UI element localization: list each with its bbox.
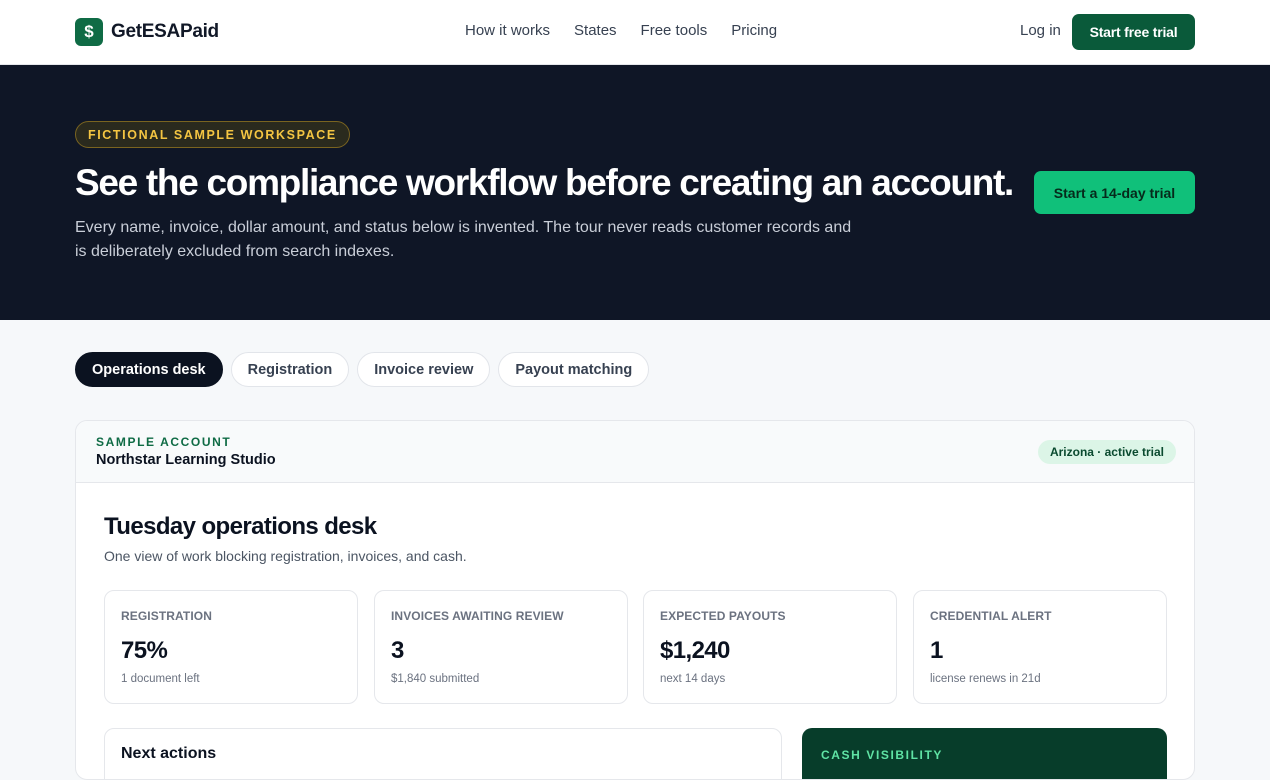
main-nav: How it works States Free tools Pricing xyxy=(465,22,801,39)
nav-link-how-it-works[interactable]: How it works xyxy=(465,22,550,39)
account-header: SAMPLE ACCOUNT Northstar Learning Studio… xyxy=(76,421,1194,483)
dollar-icon: $ xyxy=(75,18,103,46)
kpi-label: INVOICES AWAITING REVIEW xyxy=(391,609,564,623)
start-trial-button[interactable]: Start a 14-day trial xyxy=(1034,171,1195,214)
nav-link-pricing[interactable]: Pricing xyxy=(731,22,777,39)
hero-title: See the compliance workflow before creat… xyxy=(75,162,1014,203)
kpi-value: $1,240 xyxy=(660,637,730,664)
kpi-label: CREDENTIAL ALERT xyxy=(930,609,1052,623)
tab-payout-matching[interactable]: Payout matching xyxy=(498,352,650,387)
kpi-label: REGISTRATION xyxy=(121,609,212,623)
kpi-value: 3 xyxy=(391,637,404,664)
desk-subtitle: One view of work blocking registration, … xyxy=(104,548,467,564)
kpi-value: 75% xyxy=(121,637,168,664)
desk-title: Tuesday operations desk xyxy=(104,513,377,540)
kpi-note: license renews in 21d xyxy=(930,673,1041,685)
tab-operations-desk[interactable]: Operations desk xyxy=(75,352,223,387)
nav-link-free-tools[interactable]: Free tools xyxy=(641,22,708,39)
kpi-value: 1 xyxy=(930,637,943,664)
kpi-card-registration: REGISTRATION 75% 1 document left xyxy=(104,590,358,704)
kpi-card-credential: CREDENTIAL ALERT 1 license renews in 21d xyxy=(913,590,1167,704)
workflow-tabs: Operations desk Registration Invoice rev… xyxy=(75,352,650,387)
kpi-card-invoices: INVOICES AWAITING REVIEW 3 $1,840 submit… xyxy=(374,590,628,704)
tab-registration[interactable]: Registration xyxy=(230,352,350,387)
next-actions-title: Next actions xyxy=(121,745,217,762)
account-label: SAMPLE ACCOUNT xyxy=(96,435,232,449)
tab-invoice-review[interactable]: Invoice review xyxy=(357,352,491,387)
cash-visibility-card: CASH VISIBILITY xyxy=(802,728,1167,779)
sample-dashboard-panel: SAMPLE ACCOUNT Northstar Learning Studio… xyxy=(75,420,1195,780)
kpi-note: next 14 days xyxy=(660,673,726,685)
kpi-note: 1 document left xyxy=(121,673,200,685)
top-nav: $ GetESAPaid How it works States Free to… xyxy=(0,0,1270,65)
kpi-label: EXPECTED PAYOUTS xyxy=(660,609,786,623)
hero-section: FICTIONAL SAMPLE WORKSPACE See the compl… xyxy=(0,65,1270,320)
login-link[interactable]: Log in xyxy=(1020,22,1061,39)
nav-link-states[interactable]: States xyxy=(574,22,617,39)
account-name: Northstar Learning Studio xyxy=(96,452,276,468)
kpi-note: $1,840 submitted xyxy=(391,673,480,685)
sample-workspace-tag: FICTIONAL SAMPLE WORKSPACE xyxy=(75,121,350,148)
status-badge: Arizona · active trial xyxy=(1037,440,1176,464)
kpi-card-payouts: EXPECTED PAYOUTS $1,240 next 14 days xyxy=(643,590,897,704)
brand-logo[interactable]: $ GetESAPaid xyxy=(75,18,219,46)
next-actions-card: Next actions xyxy=(104,728,782,779)
brand-name: GetESAPaid xyxy=(111,21,219,42)
start-free-trial-button[interactable]: Start free trial xyxy=(1072,14,1195,50)
hero-subtitle: Every name, invoice, dollar amount, and … xyxy=(75,219,852,260)
